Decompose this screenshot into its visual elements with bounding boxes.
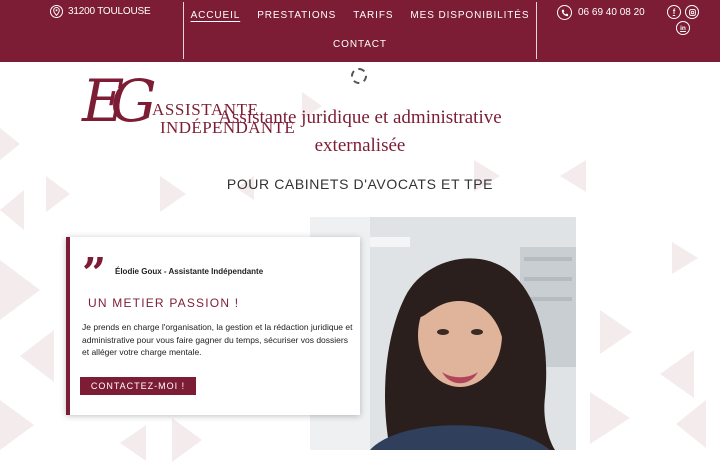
card-author: Élodie Goux - Assistante Indépendante: [115, 267, 264, 276]
bg-triangle: [120, 425, 146, 461]
hero-subtitle: POUR CABINETS D'AVOCATS ET TPE: [226, 176, 494, 192]
header-divider: [536, 2, 538, 59]
card-title: UN METIER PASSION !: [88, 296, 240, 310]
linkedin-icon[interactable]: in: [676, 21, 690, 35]
bg-triangle: [46, 176, 70, 212]
bg-triangle: [0, 190, 24, 230]
nav-item-contact[interactable]: CONTACT: [333, 39, 387, 50]
bg-triangle: [172, 418, 202, 462]
header-divider: [183, 2, 185, 59]
bg-triangle: [160, 176, 186, 212]
loading-spinner-icon: [351, 68, 367, 84]
phone-number: 06 69 40 08 20: [578, 7, 645, 18]
intro-card: ” Élodie Goux - Assistante Indépendante …: [66, 237, 360, 415]
bg-triangle: [0, 128, 20, 160]
location: 31200 TOULOUSE: [50, 5, 151, 18]
bg-triangle: [660, 350, 694, 398]
card-description: Je prends en charge l'organisation, la g…: [82, 322, 353, 357]
top-header: 31200 TOULOUSE ACCUEIL PRESTATIONS TARIF…: [0, 0, 720, 62]
location-text: 31200 TOULOUSE: [68, 6, 151, 17]
bg-triangle: [560, 160, 586, 192]
bg-triangle: [590, 392, 630, 444]
bg-triangle: [0, 400, 34, 450]
logo-monogram: EG: [82, 67, 157, 135]
hero-headline-line2: externalisée: [314, 135, 406, 156]
nav-item-prestations[interactable]: PRESTATIONS: [257, 10, 336, 21]
bg-triangle: [20, 330, 54, 382]
nav-item-disponibilites[interactable]: MES DISPONIBILITÉS: [410, 10, 529, 21]
phone[interactable]: 06 69 40 08 20: [557, 5, 645, 20]
bg-triangle: [0, 260, 40, 320]
hero-headline-line1: Assistante juridique et administrative: [218, 107, 502, 128]
instagram-icon[interactable]: [685, 5, 699, 19]
bg-triangle: [676, 400, 706, 448]
bg-triangle: [600, 310, 632, 354]
quote-icon: ”: [82, 249, 107, 298]
hero-headline: Assistante juridique et administrative e…: [210, 104, 510, 160]
location-pin-icon: [50, 5, 63, 18]
bg-triangle: [672, 242, 698, 274]
nav-item-tarifs[interactable]: TARIFS: [353, 10, 393, 21]
phone-icon: [557, 5, 572, 20]
contact-button[interactable]: CONTACTEZ-MOI !: [80, 377, 196, 395]
nav-item-accueil[interactable]: ACCUEIL: [191, 10, 241, 21]
facebook-icon[interactable]: f: [667, 5, 681, 19]
